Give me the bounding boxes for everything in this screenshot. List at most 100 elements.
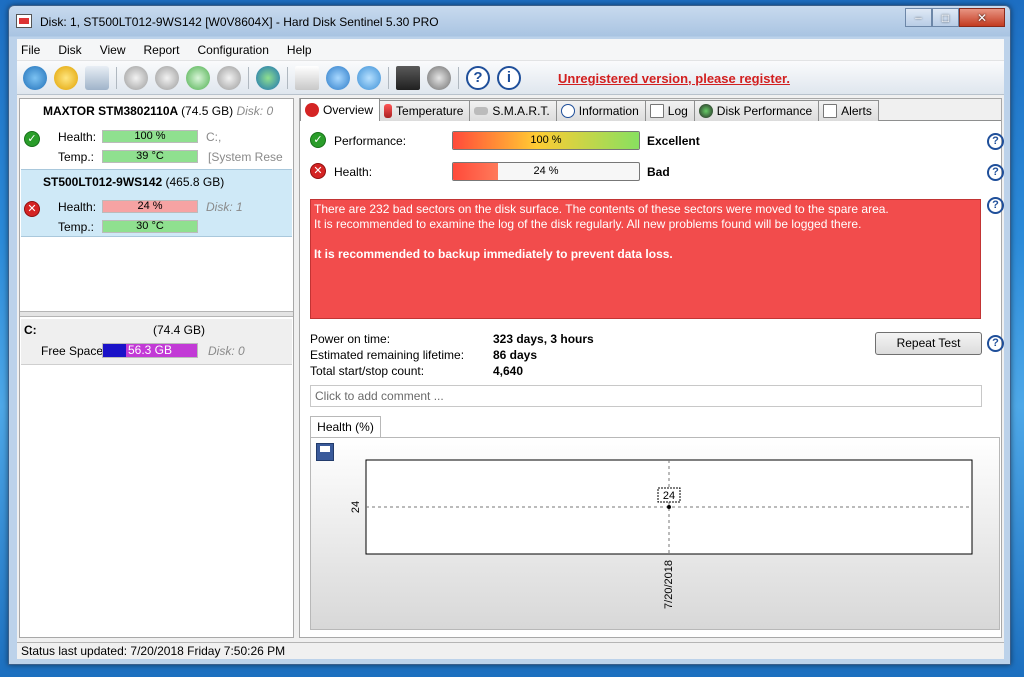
lifetime-label: Estimated remaining lifetime: <box>310 348 465 362</box>
menu-view[interactable]: View <box>100 43 126 57</box>
temp-value: 30 °C <box>136 220 164 232</box>
tab-overview[interactable]: Overview <box>300 98 381 121</box>
toolbar-separator <box>287 67 288 89</box>
health-value: 24 % <box>137 200 163 212</box>
unregistered-link[interactable]: Unregistered version, please register. <box>558 71 790 86</box>
tab-label: Disk Performance <box>716 104 813 118</box>
help-icon[interactable]: ? <box>987 164 1004 181</box>
repeat-test-button[interactable]: Repeat Test <box>875 332 982 355</box>
menu-file[interactable]: File <box>21 43 40 57</box>
tab-label: S.M.A.R.T. <box>492 104 550 118</box>
close-button[interactable]: ✕ <box>959 8 1005 27</box>
tab-disk-performance[interactable]: Disk Performance <box>693 100 820 121</box>
tab-smart[interactable]: S.M.A.R.T. <box>469 100 557 121</box>
network-icon[interactable] <box>357 66 381 90</box>
alerts-icon <box>823 104 838 118</box>
health-bar: 24 % <box>102 200 198 213</box>
disk-test-icon[interactable] <box>124 66 148 90</box>
refresh-icon[interactable] <box>23 66 47 90</box>
performance-label: Performance: <box>334 134 407 148</box>
health-label: Health: <box>58 200 97 214</box>
config-icon[interactable] <box>396 66 420 90</box>
tab-temperature[interactable]: Temperature <box>379 100 471 121</box>
tab-log[interactable]: Log <box>644 100 695 121</box>
lifetime-value: 86 days <box>493 348 538 362</box>
health-value: 24 % <box>533 165 559 177</box>
performance-rating: Excellent <box>647 134 700 148</box>
comment-field[interactable]: Click to add comment ... <box>310 385 982 407</box>
backup-icon[interactable] <box>326 66 350 90</box>
disk-number: Disk: 0 <box>208 344 245 358</box>
volume-entry[interactable]: C: (74.4 GB) Free Space 56.3 GB Disk: 0 <box>21 319 292 365</box>
toolbar: ? i Unregistered version, please registe… <box>17 61 1004 95</box>
toolbar-separator <box>248 67 249 89</box>
status-ok-icon: ✓ <box>24 131 40 147</box>
help-icon[interactable]: ? <box>987 133 1004 150</box>
tab-health-chart[interactable]: Health (%) <box>310 416 381 438</box>
alert-recommendation: It is recommended to backup immediately … <box>314 247 673 261</box>
app-icon <box>16 14 32 28</box>
volume-letters: C:, <box>206 130 222 144</box>
performance-bar: 100 % <box>452 131 640 150</box>
health-bar-fill <box>453 163 498 180</box>
y-tick-label: 24 <box>350 501 362 513</box>
disk-entry-0[interactable]: MAXTOR STM3802110A (74.5 GB) Disk: 0 ✓ H… <box>21 99 292 169</box>
log-icon <box>649 104 664 118</box>
alert-line: There are 232 bad sectors on the disk su… <box>314 202 889 216</box>
temp-bar: 39 °C <box>102 150 198 163</box>
alert-icon[interactable] <box>54 66 78 90</box>
temp-value: 39 °C <box>136 150 164 162</box>
free-space-bar: 56.3 GB <box>102 343 198 358</box>
menu-report[interactable]: Report <box>143 43 179 57</box>
health-bar: 24 % <box>452 162 640 181</box>
disk-icon[interactable] <box>85 66 109 90</box>
disk-test-icon-2[interactable] <box>155 66 179 90</box>
volume-size: (74.4 GB) <box>153 323 206 337</box>
status-bar: Status last updated: 7/20/2018 Friday 7:… <box>17 642 1004 659</box>
minimize-button[interactable]: ─ <box>905 8 932 27</box>
gauge-icon <box>698 104 713 118</box>
smart-icon <box>474 107 489 115</box>
window-title: Disk: 1, ST500LT012-9WS142 [W0V8604X] - … <box>40 15 439 29</box>
disk-ok-icon[interactable] <box>186 66 210 90</box>
disk-number: Disk: 1 <box>206 200 243 214</box>
tab-information[interactable]: Information <box>555 100 646 121</box>
help-icon[interactable]: ? <box>466 66 490 90</box>
menu-configuration[interactable]: Configuration <box>198 43 269 57</box>
title-bar: Disk: 1, ST500LT012-9WS142 [W0V8604X] - … <box>9 6 1010 36</box>
disk-search-icon[interactable] <box>217 66 241 90</box>
disk-name: MAXTOR STM3802110A (74.5 GB) Disk: 0 <box>43 104 274 118</box>
menu-disk[interactable]: Disk <box>58 43 81 57</box>
report-icon[interactable] <box>295 66 319 90</box>
used-space-fill <box>103 344 126 357</box>
tab-strip: Overview Temperature S.M.A.R.T. Informat… <box>300 98 1001 121</box>
sound-icon[interactable] <box>427 66 451 90</box>
health-label: Health: <box>334 165 373 179</box>
info-icon[interactable]: i <box>497 66 521 90</box>
tab-alerts[interactable]: Alerts <box>818 100 879 121</box>
panel-divider[interactable] <box>20 311 293 317</box>
help-icon[interactable]: ? <box>987 197 1004 214</box>
help-icon[interactable]: ? <box>987 335 1004 352</box>
health-chart: 24 24 7/20/2018 <box>350 459 973 609</box>
maximize-button[interactable]: □ <box>932 8 959 27</box>
info-icon <box>560 104 575 118</box>
performance-value: 100 % <box>530 134 562 146</box>
data-label: 24 <box>663 490 675 502</box>
thermometer-icon <box>384 104 393 118</box>
partition-label: [System Rese <box>208 150 283 164</box>
temp-label: Temp.: <box>58 150 95 164</box>
x-tick-label: 7/20/2018 <box>663 560 675 609</box>
data-point <box>667 505 671 509</box>
status-bad-icon: ✕ <box>24 201 40 217</box>
toolbar-separator <box>458 67 459 89</box>
disk-name: ST500LT012-9WS142 (465.8 GB) <box>43 175 225 189</box>
toolbar-separator <box>116 67 117 89</box>
free-space-value: 56.3 GB <box>127 343 173 357</box>
startstop-label: Total start/stop count: <box>310 364 425 378</box>
globe-icon[interactable] <box>256 66 280 90</box>
power-on-label: Power on time: <box>310 332 391 346</box>
menu-help[interactable]: Help <box>287 43 312 57</box>
toolbar-separator <box>388 67 389 89</box>
disk-entry-1[interactable]: ST500LT012-9WS142 (465.8 GB) ✕ Health: 2… <box>21 169 292 237</box>
